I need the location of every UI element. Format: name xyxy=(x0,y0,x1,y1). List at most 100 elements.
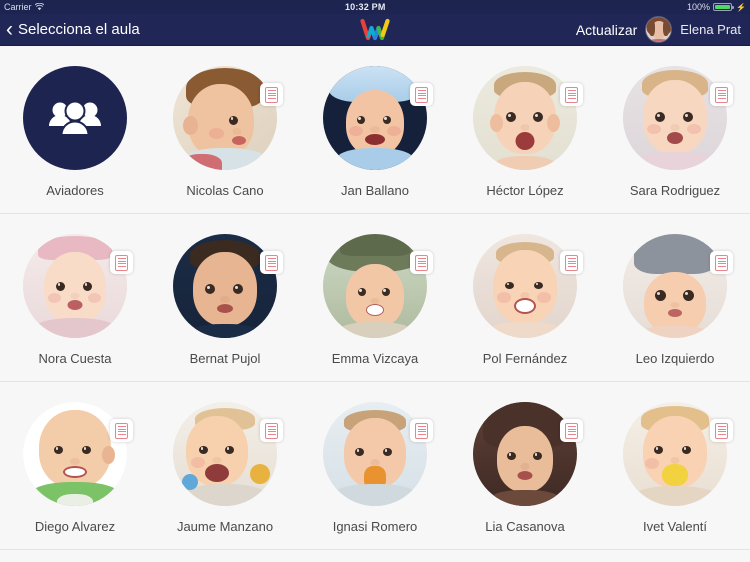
grid-cell-child[interactable]: Héctor López xyxy=(450,46,600,213)
back-button-label: Selecciona el aula xyxy=(18,21,140,38)
table-row: Aviadores Nicolas Cano Jan Ballano Hécto… xyxy=(0,46,750,214)
status-bar-right: 100% ⚡ xyxy=(687,2,746,12)
avatar-wrapper xyxy=(323,66,433,170)
child-avatar xyxy=(323,66,427,170)
report-document-icon xyxy=(265,254,278,271)
avatar-wrapper xyxy=(323,234,433,338)
report-badge[interactable] xyxy=(110,251,133,274)
child-avatar xyxy=(473,234,577,338)
user-name-label: Elena Prat xyxy=(680,22,741,37)
report-badge[interactable] xyxy=(710,251,733,274)
grid-cell-child[interactable]: Jaume Manzano xyxy=(150,382,300,549)
report-badge[interactable] xyxy=(710,419,733,442)
cell-label: Ignasi Romero xyxy=(332,519,418,534)
avatar[interactable] xyxy=(646,17,672,42)
report-document-icon xyxy=(715,86,728,103)
grid-cell-child[interactable]: Diego Alvarez xyxy=(0,382,150,549)
avatar-wrapper xyxy=(23,234,133,338)
report-document-icon xyxy=(565,254,578,271)
avatar-wrapper xyxy=(623,402,733,506)
refresh-button[interactable]: Actualizar xyxy=(576,22,637,38)
grid-cell-child[interactable]: Ivet Valentí xyxy=(600,382,750,549)
cell-label: Nora Cuesta xyxy=(38,351,112,366)
report-badge[interactable] xyxy=(560,251,583,274)
report-badge[interactable] xyxy=(710,83,733,106)
report-badge[interactable] xyxy=(560,83,583,106)
child-avatar xyxy=(623,66,727,170)
report-document-icon xyxy=(115,254,128,271)
grid-cell-child[interactable]: Pol Fernández xyxy=(450,214,600,381)
cell-label: Jan Ballano xyxy=(341,183,409,198)
grid-cell-child[interactable]: Nicolas Cano xyxy=(150,46,300,213)
child-avatar xyxy=(473,402,577,506)
grid-cell-child[interactable]: Emma Vizcaya xyxy=(300,214,450,381)
report-document-icon xyxy=(415,422,428,439)
grid-cell-child[interactable]: Sara Rodriguez xyxy=(600,46,750,213)
report-badge[interactable] xyxy=(410,83,433,106)
cell-label: Aviadores xyxy=(46,183,104,198)
cell-label: Bernat Pujol xyxy=(189,351,261,366)
cell-label: Emma Vizcaya xyxy=(331,351,419,366)
report-badge[interactable] xyxy=(110,419,133,442)
grid-cell-child[interactable]: Bernat Pujol xyxy=(150,214,300,381)
child-avatar xyxy=(623,402,727,506)
avatar-wrapper xyxy=(23,66,127,170)
cell-label: Sara Rodriguez xyxy=(629,183,721,198)
cell-label: Héctor López xyxy=(486,183,564,198)
avatar-wrapper xyxy=(23,402,133,506)
report-document-icon xyxy=(715,422,728,439)
grid-cell-child[interactable]: Leo Izquierdo xyxy=(600,214,750,381)
grid-cell-child[interactable]: Nora Cuesta xyxy=(0,214,150,381)
child-avatar xyxy=(323,402,427,506)
report-document-icon xyxy=(265,422,278,439)
cell-label: Jaume Manzano xyxy=(176,519,274,534)
report-document-icon xyxy=(565,86,578,103)
report-badge[interactable] xyxy=(260,251,283,274)
group-avatar xyxy=(23,66,127,170)
report-badge[interactable] xyxy=(410,419,433,442)
child-avatar xyxy=(23,234,127,338)
avatar-wrapper xyxy=(623,66,733,170)
avatar-wrapper xyxy=(323,402,433,506)
grid-cell-child[interactable]: Jan Ballano xyxy=(300,46,450,213)
chevron-left-icon: ‹ xyxy=(6,18,13,41)
charging-bolt-icon: ⚡ xyxy=(736,2,746,12)
report-document-icon xyxy=(415,254,428,271)
battery-full-charging-icon xyxy=(713,3,735,11)
battery-percent-label: 100% xyxy=(686,2,711,12)
report-document-icon xyxy=(265,86,278,103)
report-badge[interactable] xyxy=(410,251,433,274)
child-avatar xyxy=(23,402,127,506)
cell-label: Ivet Valentí xyxy=(642,519,708,534)
cell-label: Pol Fernández xyxy=(482,351,568,366)
avatar-wrapper xyxy=(473,402,583,506)
child-avatar xyxy=(473,66,577,170)
report-badge[interactable] xyxy=(260,419,283,442)
app-root: Carrier 10:32 PM 100% ⚡ ‹ Selecciona el … xyxy=(0,0,750,562)
w-logo-icon xyxy=(358,17,392,43)
report-document-icon xyxy=(415,86,428,103)
avatar-wrapper xyxy=(623,234,733,338)
report-document-icon xyxy=(115,422,128,439)
avatar-wrapper xyxy=(173,234,283,338)
avatar-wrapper xyxy=(473,234,583,338)
nav-bar: ‹ Selecciona el aula Actualizar Elena Pr… xyxy=(0,14,750,46)
classroom-grid: Aviadores Nicolas Cano Jan Ballano Hécto… xyxy=(0,46,750,562)
report-badge[interactable] xyxy=(560,419,583,442)
status-bar-left: Carrier xyxy=(4,2,44,12)
wifi-icon xyxy=(34,3,44,11)
child-avatar xyxy=(173,66,277,170)
child-avatar xyxy=(323,234,427,338)
report-badge[interactable] xyxy=(260,83,283,106)
cell-label: Diego Alvarez xyxy=(34,519,116,534)
table-row: Diego Alvarez Jaume Manzano Ignasi Romer… xyxy=(0,382,750,550)
back-button[interactable]: ‹ Selecciona el aula xyxy=(0,19,140,40)
report-document-icon xyxy=(715,254,728,271)
child-avatar xyxy=(623,234,727,338)
grid-cell-child[interactable]: Ignasi Romero xyxy=(300,382,450,549)
status-bar: Carrier 10:32 PM 100% ⚡ xyxy=(0,0,750,14)
child-avatar xyxy=(173,234,277,338)
grid-cell-group-aviadores[interactable]: Aviadores xyxy=(0,46,150,213)
grid-cell-child[interactable]: Lia Casanova xyxy=(450,382,600,549)
report-document-icon xyxy=(565,422,578,439)
